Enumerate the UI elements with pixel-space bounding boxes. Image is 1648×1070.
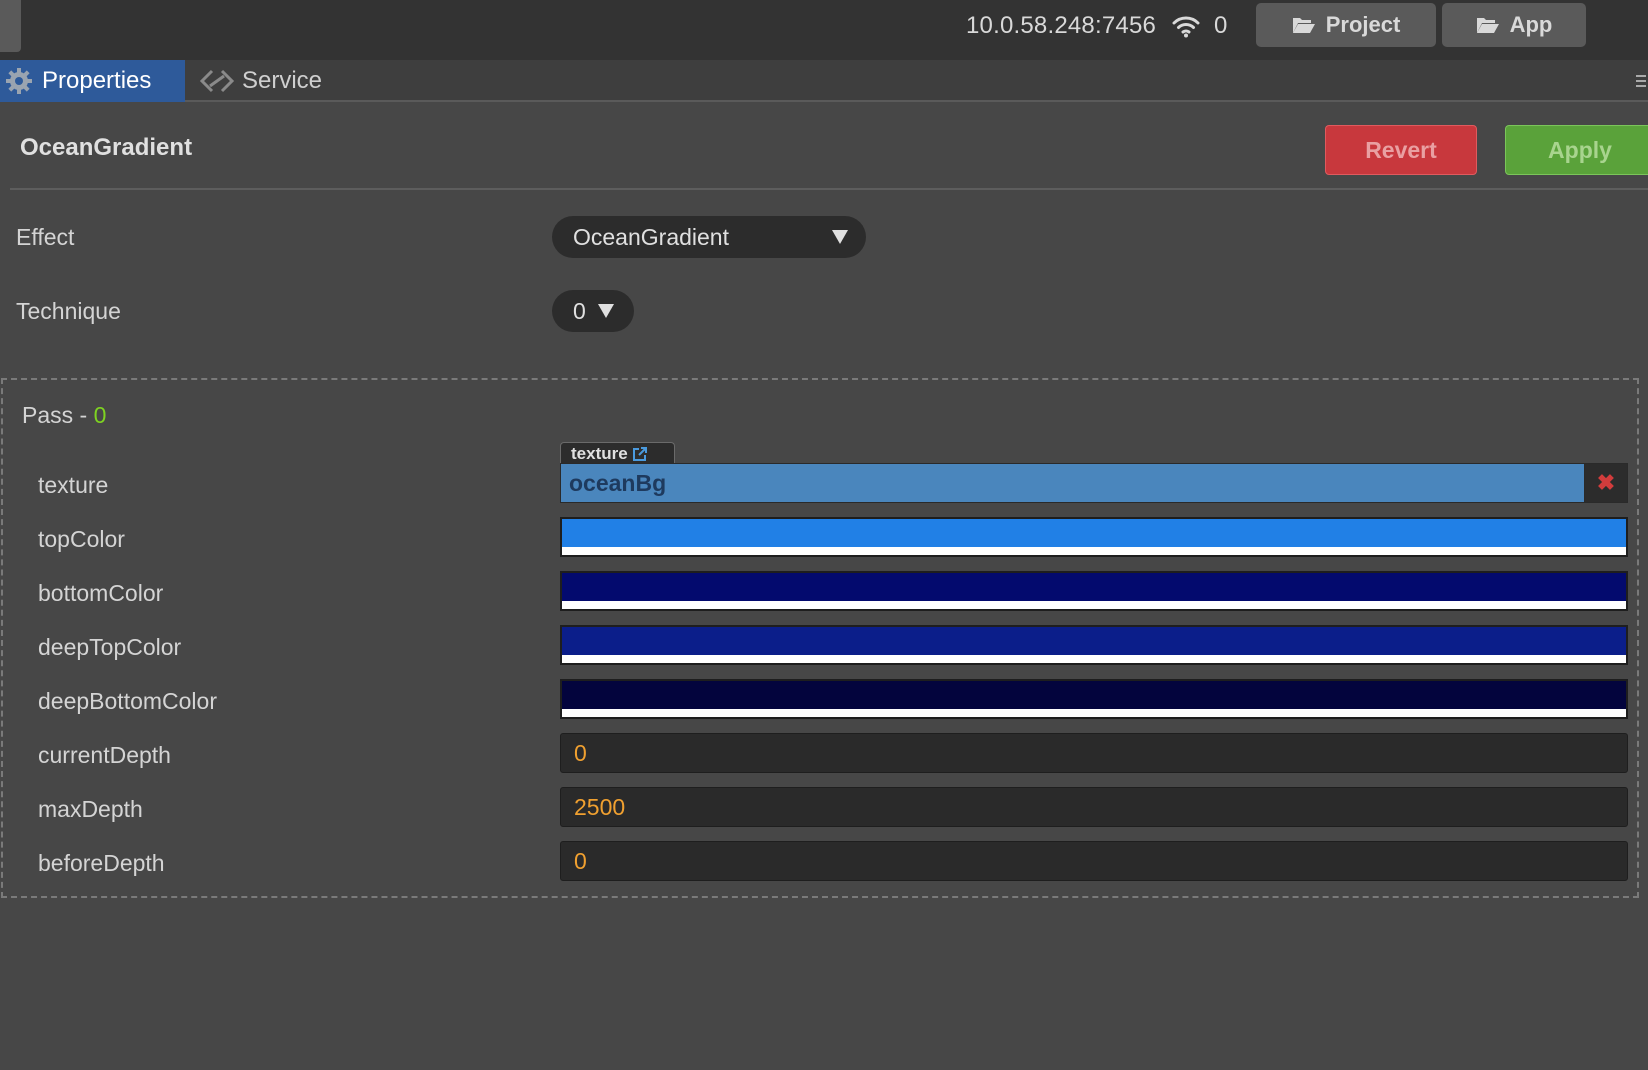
- open-app-button[interactable]: App: [1442, 3, 1586, 47]
- color-swatch: [562, 519, 1626, 547]
- top-bar: 10.0.58.248:7456 0 Project App: [0, 0, 1648, 60]
- technique-select-value: 0: [573, 297, 586, 324]
- color-swatch: [562, 573, 1626, 601]
- gear-icon: [6, 68, 32, 94]
- bottom-color-label: bottomColor: [38, 580, 164, 606]
- effect-select-value: OceanGradient: [573, 223, 729, 250]
- project-button-label: Project: [1325, 12, 1401, 37]
- revert-button[interactable]: Revert: [1325, 125, 1477, 175]
- tab-properties-label: Properties: [42, 67, 152, 94]
- current-depth-value: 0: [574, 739, 587, 766]
- clear-texture-button[interactable]: ✖: [1584, 463, 1628, 503]
- pass-title: Pass - 0: [22, 402, 107, 428]
- before-depth-input[interactable]: 0: [560, 841, 1628, 881]
- top-color-label: topColor: [38, 526, 125, 552]
- before-depth-value: 0: [574, 847, 587, 874]
- before-depth-label: beforeDepth: [38, 850, 165, 876]
- texture-asset-value: oceanBg: [569, 469, 667, 496]
- close-icon: ✖: [1596, 470, 1616, 495]
- color-swatch: [562, 681, 1626, 709]
- deep-bottom-color-picker[interactable]: [560, 679, 1628, 719]
- pass-index: 0: [93, 402, 107, 428]
- service-icon: [200, 69, 234, 93]
- asset-title: OceanGradient: [20, 134, 193, 161]
- tab-properties[interactable]: Properties: [0, 60, 185, 102]
- current-depth-input[interactable]: 0: [560, 733, 1628, 773]
- tab-service[interactable]: Service: [200, 60, 322, 102]
- connection-count: 0: [1214, 12, 1228, 39]
- open-project-button[interactable]: Project: [1256, 3, 1436, 47]
- texture-label: texture: [38, 472, 109, 498]
- dropdown-arrow-icon: [598, 304, 614, 318]
- effect-select[interactable]: OceanGradient: [552, 216, 866, 258]
- panel-menu-icon[interactable]: [1636, 74, 1646, 88]
- technique-label: Technique: [16, 298, 121, 324]
- dropdown-arrow-icon: [832, 230, 848, 244]
- folder-open-icon: [1476, 18, 1499, 33]
- texture-type-tag[interactable]: texture: [560, 442, 675, 464]
- header-divider: [10, 188, 1648, 190]
- tab-service-label: Service: [242, 67, 323, 94]
- max-depth-value: 2500: [574, 793, 626, 820]
- max-depth-label: maxDepth: [38, 796, 143, 822]
- server-address: 10.0.58.248:7456: [966, 12, 1157, 39]
- deep-top-color-label: deepTopColor: [38, 634, 182, 660]
- apply-button[interactable]: Apply: [1505, 125, 1648, 175]
- deep-bottom-color-label: deepBottomColor: [38, 688, 217, 714]
- current-depth-label: currentDepth: [38, 742, 171, 768]
- max-depth-input[interactable]: 2500: [560, 787, 1628, 827]
- texture-tag-label: texture: [571, 443, 628, 463]
- technique-select[interactable]: 0: [552, 290, 634, 332]
- top-color-picker[interactable]: [560, 517, 1628, 557]
- panel-tab-bar: Properties Service: [0, 60, 1648, 102]
- color-swatch: [562, 627, 1626, 655]
- external-link-icon[interactable]: [632, 446, 648, 462]
- deep-top-color-picker[interactable]: [560, 625, 1628, 665]
- folder-open-icon: [1292, 18, 1315, 33]
- texture-asset-field[interactable]: oceanBg: [560, 463, 1628, 503]
- wifi-icon: [1172, 16, 1200, 38]
- app-button-label: App: [1509, 12, 1553, 37]
- window-handle[interactable]: [0, 0, 21, 52]
- bottom-color-picker[interactable]: [560, 571, 1628, 611]
- effect-label: Effect: [16, 224, 75, 250]
